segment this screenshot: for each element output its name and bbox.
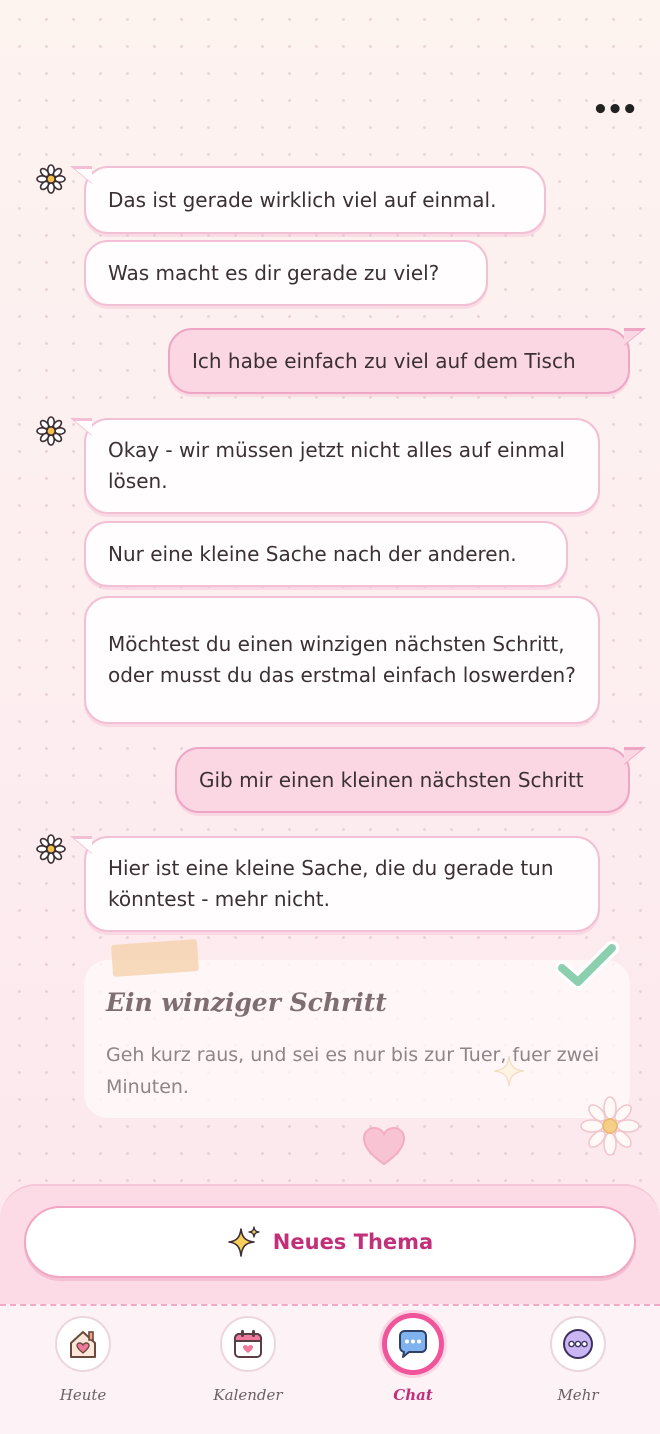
message-text: Was macht es dir gerade zu viel? <box>108 260 440 285</box>
sparkle-decoration-icon <box>493 1055 525 1087</box>
bot-message: Das ist gerade wirklich viel auf einmal. <box>70 166 546 234</box>
new-topic-label: Neues Thema <box>272 1230 434 1254</box>
nav-label: Kalender <box>213 1386 283 1404</box>
message-text: Möchtest du einen winzigen nächsten Schr… <box>108 632 576 687</box>
nav-item-chat[interactable]: Chat <box>353 1313 473 1404</box>
checkmark-icon <box>556 941 619 989</box>
message-text: Nur eine kleine Sache nach der anderen. <box>108 541 517 566</box>
message-text: Das ist gerade wirklich viel auf einmal. <box>108 187 497 212</box>
bot-message: Hier ist eine kleine Sache, die du gerad… <box>70 836 600 932</box>
message-text: Gib mir einen kleinen nächsten Schritt <box>199 767 584 792</box>
step-card-title: Ein winziger Schritt <box>106 988 387 1017</box>
user-message: Gib mir einen kleinen nächsten Schritt <box>175 747 646 813</box>
bottom-navigation: Heute Kalender Chat Mehr <box>0 1304 660 1434</box>
nav-item-kalender[interactable]: Kalender <box>188 1316 308 1404</box>
heart-decoration-icon <box>362 1126 406 1166</box>
nav-item-heute[interactable]: Heute <box>23 1316 143 1404</box>
bot-message: Möchtest du einen winzigen nächsten Schr… <box>84 596 600 724</box>
daisy-decoration-icon <box>580 1096 640 1156</box>
step-card-text: Geh kurz raus, und sei es nur bis zur Tu… <box>106 1044 600 1098</box>
more-options-button[interactable]: ••• <box>592 97 638 123</box>
user-message: Ich habe einfach zu viel auf dem Tisch <box>168 328 646 394</box>
nav-label: Mehr <box>557 1386 599 1404</box>
more-icon <box>550 1316 606 1372</box>
nav-label: Chat <box>393 1386 433 1404</box>
sparkles-icon <box>227 1226 260 1257</box>
bot-avatar-flower-icon <box>36 416 66 446</box>
message-text: Ich habe einfach zu viel auf dem Tisch <box>192 348 576 373</box>
bot-message: Nur eine kleine Sache nach der anderen. <box>84 521 568 587</box>
tape-decoration <box>110 939 200 977</box>
home-icon <box>55 1316 111 1372</box>
bot-message: Was macht es dir gerade zu viel? <box>84 240 488 306</box>
nav-item-mehr[interactable]: Mehr <box>518 1316 638 1404</box>
message-text: Okay - wir müssen jetzt nicht alles auf … <box>108 438 565 493</box>
calendar-icon <box>220 1316 276 1372</box>
bot-avatar-flower-icon <box>36 834 66 864</box>
message-text: Hier ist eine kleine Sache, die du gerad… <box>108 856 554 911</box>
nav-label: Heute <box>59 1386 107 1404</box>
tiny-step-card[interactable]: Ein winziger Schritt Geh kurz raus, und … <box>84 960 630 1118</box>
new-topic-button[interactable]: Neues Thema <box>24 1206 636 1278</box>
bot-message: Okay - wir müssen jetzt nicht alles auf … <box>70 418 600 514</box>
bot-avatar-flower-icon <box>36 164 66 194</box>
chat-icon <box>382 1313 444 1375</box>
